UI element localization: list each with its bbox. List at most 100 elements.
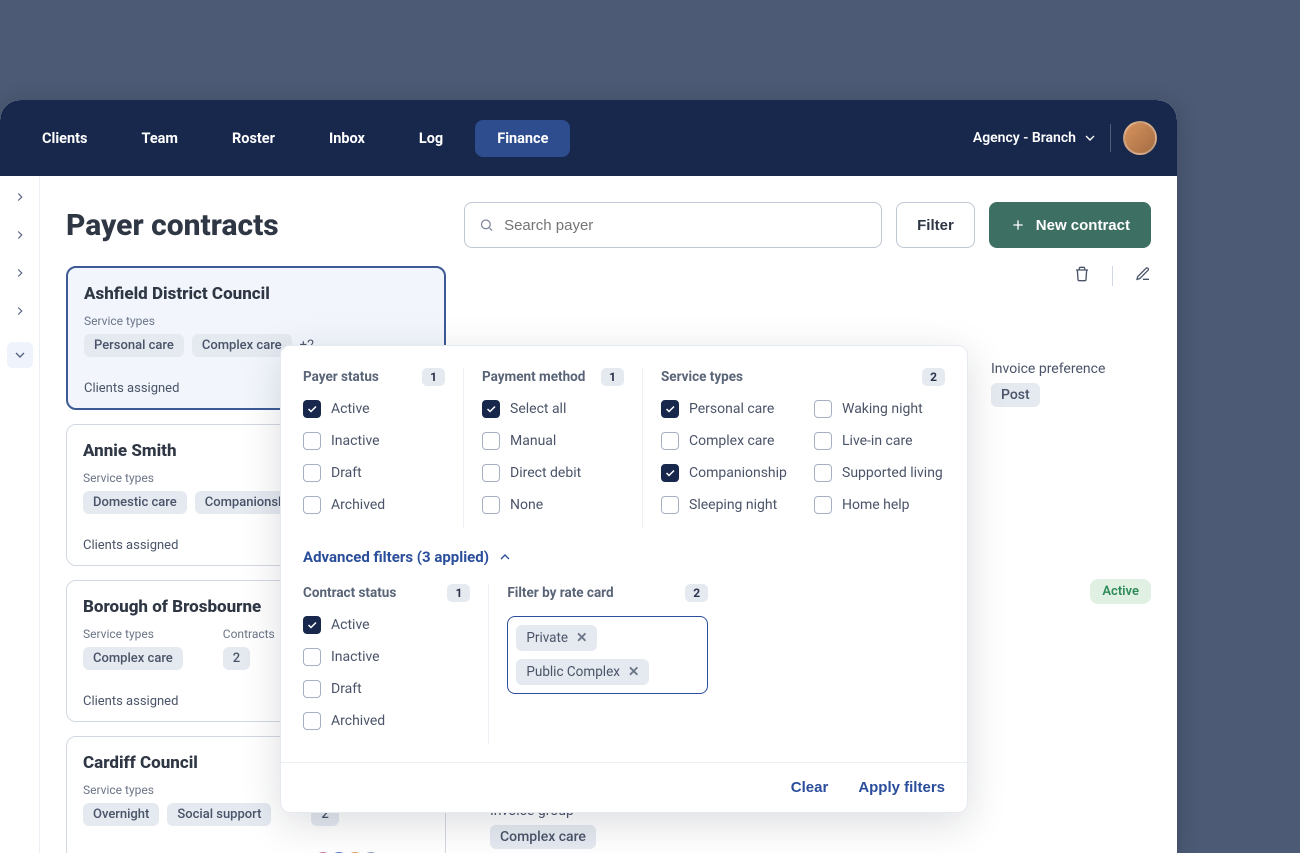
checkbox-row[interactable]: Archived: [303, 496, 445, 514]
sidebar-expand-3[interactable]: [13, 266, 27, 280]
clients-assigned-label: Clients assigned: [84, 381, 179, 396]
service-tag: Complex care: [83, 647, 183, 670]
checkbox-row[interactable]: Supported living: [814, 464, 945, 482]
checkbox-row[interactable]: Active: [303, 400, 445, 418]
checkbox-label: Waking night: [842, 401, 923, 417]
contracts-count: 2: [223, 647, 250, 670]
filter-button[interactable]: Filter: [896, 202, 975, 248]
checkbox: [661, 496, 679, 514]
search-input[interactable]: [504, 217, 867, 234]
chip-remove[interactable]: ✕: [576, 630, 587, 646]
invoice-group-value: Complex care: [490, 825, 596, 849]
checkbox-row[interactable]: Manual: [482, 432, 624, 450]
checkbox-row[interactable]: Inactive: [303, 432, 445, 450]
nav-finance[interactable]: Finance: [475, 120, 570, 157]
checkbox: [303, 432, 321, 450]
filter-section-title: Service types: [661, 369, 743, 385]
checkbox: [482, 496, 500, 514]
checkbox-row[interactable]: Home help: [814, 496, 945, 514]
checkbox-label: Home help: [842, 497, 910, 513]
checkbox-row[interactable]: Draft: [303, 680, 470, 698]
nav-roster[interactable]: Roster: [210, 120, 297, 157]
apply-filters-button[interactable]: Apply filters: [858, 779, 945, 796]
filter-count: 1: [601, 368, 624, 386]
sidebar-expand-4[interactable]: [13, 304, 27, 318]
filter-popover: Payer status 1 Active Inactive Draft Arc…: [280, 345, 968, 813]
checkbox-label: Draft: [331, 465, 362, 481]
chip-label: Public Complex: [526, 664, 620, 680]
checkbox-row[interactable]: Personal care: [661, 400, 792, 418]
checkbox-row[interactable]: Sleeping night: [661, 496, 792, 514]
left-sidebar: [0, 176, 40, 853]
checkbox-label: Archived: [331, 713, 385, 729]
chevron-down-icon: [12, 347, 28, 363]
agency-switcher[interactable]: Agency - Branch: [973, 130, 1098, 146]
sidebar-expand-1[interactable]: [13, 190, 27, 204]
status-badge: Active: [1090, 579, 1151, 604]
checkbox-row[interactable]: Live-in care: [814, 432, 945, 450]
label: Contracts: [223, 627, 275, 641]
checkbox-row[interactable]: Inactive: [303, 648, 470, 666]
search-wrap[interactable]: [464, 202, 882, 248]
checkbox-label: Draft: [331, 681, 362, 697]
nav-log[interactable]: Log: [397, 120, 465, 157]
checkbox-row[interactable]: Waking night: [814, 400, 945, 418]
checkbox-row[interactable]: Complex care: [661, 432, 792, 450]
service-tag: Domestic care: [83, 491, 187, 514]
sidebar-expand-2[interactable]: [13, 228, 27, 242]
checkbox: [661, 432, 679, 450]
checkbox-row[interactable]: Archived: [303, 712, 470, 730]
checkbox-row[interactable]: Active: [303, 616, 470, 634]
checkbox-label: Manual: [510, 433, 556, 449]
filter-section-title: Payer status: [303, 369, 379, 385]
checkbox-label: Direct debit: [510, 465, 581, 481]
clients-assigned-label: Clients assigned: [83, 694, 178, 709]
user-avatar[interactable]: [1123, 121, 1157, 155]
trash-icon: [1074, 266, 1090, 282]
divider: [1110, 124, 1111, 152]
nav-team[interactable]: Team: [119, 120, 199, 157]
new-contract-button[interactable]: New contract: [989, 202, 1151, 248]
checkbox: [303, 496, 321, 514]
checkbox: [303, 400, 321, 418]
checkbox-row[interactable]: None: [482, 496, 624, 514]
clear-filters-button[interactable]: Clear: [791, 779, 829, 796]
check-icon: [306, 403, 318, 415]
checkbox: [303, 616, 321, 634]
agency-label: Agency - Branch: [973, 130, 1076, 146]
edit-icon: [1135, 266, 1151, 282]
checkbox-label: Live-in care: [842, 433, 913, 449]
sidebar-collapse[interactable]: [7, 342, 33, 368]
label: Service types: [84, 314, 428, 328]
filter-count: 2: [922, 368, 945, 386]
advanced-filters-toggle[interactable]: Advanced filters (3 applied): [303, 548, 945, 566]
top-nav: Clients Team Roster Inbox Log Finance Ag…: [0, 100, 1177, 176]
checkbox-row[interactable]: Select all: [482, 400, 624, 418]
app-window: Clients Team Roster Inbox Log Finance Ag…: [0, 100, 1177, 853]
chevron-right-icon: [13, 265, 27, 281]
checkbox-label: Companionship: [689, 465, 787, 481]
chevron-up-icon: [497, 549, 513, 565]
nav-clients[interactable]: Clients: [20, 120, 109, 157]
checkbox-label: Complex care: [689, 433, 774, 449]
delete-button[interactable]: [1074, 266, 1090, 286]
chip-remove[interactable]: ✕: [628, 664, 639, 680]
checkbox: [303, 648, 321, 666]
checkbox: [482, 432, 500, 450]
checkbox-label: Personal care: [689, 401, 774, 417]
filter-count: 2: [685, 584, 708, 602]
checkbox-row[interactable]: Companionship: [661, 464, 792, 482]
label: Service types: [83, 627, 183, 641]
checkbox: [814, 496, 832, 514]
label: Service types: [83, 783, 271, 797]
nav-inbox[interactable]: Inbox: [307, 120, 387, 157]
checkbox: [661, 400, 679, 418]
check-icon: [485, 403, 497, 415]
checkbox-row[interactable]: Direct debit: [482, 464, 624, 482]
new-contract-label: New contract: [1036, 217, 1130, 234]
edit-button[interactable]: [1135, 266, 1151, 286]
chevron-right-icon: [13, 303, 27, 319]
checkbox-row[interactable]: Draft: [303, 464, 445, 482]
service-tag: Social support: [167, 803, 271, 826]
rate-card-multiselect[interactable]: Private ✕ Public Complex ✕: [507, 616, 708, 694]
